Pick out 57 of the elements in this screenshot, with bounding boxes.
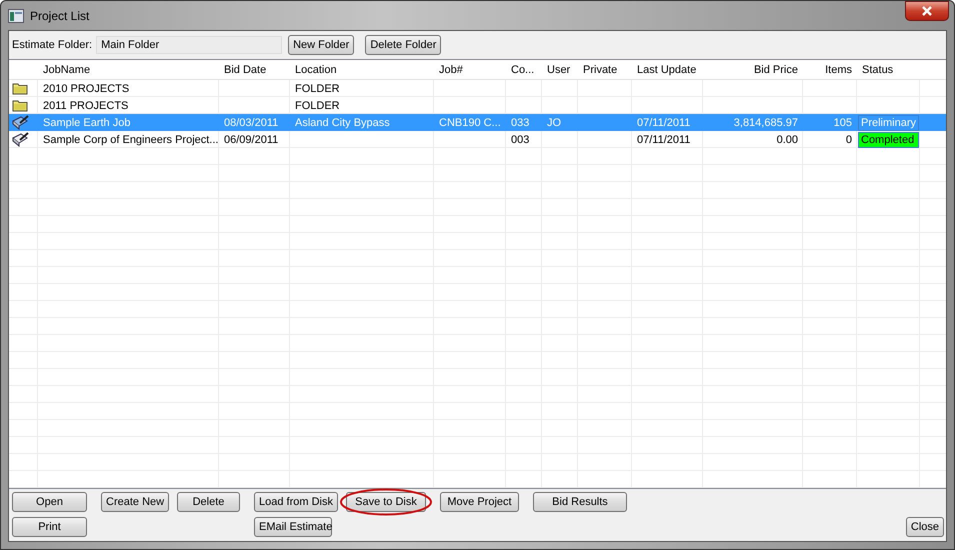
table-cell: 08/03/2011 [224, 116, 278, 128]
table-cell: 07/11/2011 [637, 134, 690, 146]
folder-button[interactable]: New Folder [288, 35, 354, 55]
table-cell: Sample Earth Job [43, 116, 130, 128]
close-button[interactable] [905, 1, 949, 21]
column-header[interactable]: Location [290, 60, 434, 79]
table-cell: Asland City Bypass [295, 116, 390, 128]
action-button[interactable]: Bid Results [533, 492, 627, 512]
table-cell: CNB190 C... [439, 116, 501, 128]
action-button[interactable]: Delete [177, 492, 240, 512]
table-cell: 06/09/2011 [224, 134, 278, 146]
column-header[interactable]: Co... [506, 60, 542, 79]
status-label: Preliminary [858, 114, 919, 130]
action-button[interactable]: Print [12, 517, 87, 537]
action-button[interactable]: EMail Estimate [254, 517, 332, 537]
document-pen-icon [12, 132, 30, 147]
folder-icon [12, 82, 28, 95]
table-row[interactable]: 2011 PROJECTS FOLDER [9, 97, 946, 114]
table-cell: 3,814,685.97 [734, 116, 798, 128]
table-cell: 2011 PROJECTS [43, 100, 128, 112]
action-button[interactable]: Close [906, 517, 944, 537]
close-icon [921, 6, 933, 16]
table-cell: 003 [511, 134, 530, 146]
table-row[interactable]: Sample Corp of Engineers Project... 06/09/2011 003 07/11/2011 0.00 0 Completed [9, 131, 946, 148]
column-header[interactable]: User [542, 60, 578, 79]
table-cell: FOLDER [295, 100, 340, 112]
column-header[interactable]: Items [803, 60, 857, 79]
folder-button[interactable]: Delete Folder [365, 35, 442, 55]
table-cell: Sample Corp of Engineers Project... [43, 134, 218, 146]
action-button[interactable]: Move Project [440, 492, 519, 512]
status-label: Completed [858, 132, 919, 148]
table-cell: 0 [846, 134, 852, 146]
action-button[interactable]: Open [12, 492, 87, 512]
folder-icon [12, 99, 28, 112]
column-header[interactable]: Bid Date [219, 60, 290, 79]
table-cell: 033 [511, 116, 530, 128]
column-header[interactable]: Job# [434, 60, 506, 79]
column-header[interactable]: Last Update [632, 60, 703, 79]
window-icon [8, 8, 24, 22]
action-button[interactable]: Load from Disk [254, 492, 338, 512]
table-cell: 0.00 [776, 134, 798, 146]
table-cell: FOLDER [295, 82, 340, 94]
column-header[interactable]: Bid Price [703, 60, 803, 79]
table-cell: 105 [834, 116, 852, 128]
table-row[interactable]: 2010 PROJECTS FOLDER [9, 80, 946, 97]
table-cell: 2010 PROJECTS [43, 82, 130, 94]
folder-label: Estimate Folder: [12, 39, 92, 51]
action-button[interactable]: Save to Disk [346, 492, 426, 512]
table-cell: 07/11/2011 [637, 116, 690, 128]
action-button[interactable]: Create New [101, 492, 170, 512]
window-title: Project List [30, 8, 90, 22]
column-header[interactable]: Private [578, 60, 632, 79]
document-pen-icon [12, 115, 30, 130]
folder-field[interactable]: Main Folder [96, 36, 282, 54]
column-header[interactable]: Status [857, 60, 920, 79]
table-cell: JO [547, 116, 562, 128]
column-header[interactable]: JobName [38, 60, 219, 79]
